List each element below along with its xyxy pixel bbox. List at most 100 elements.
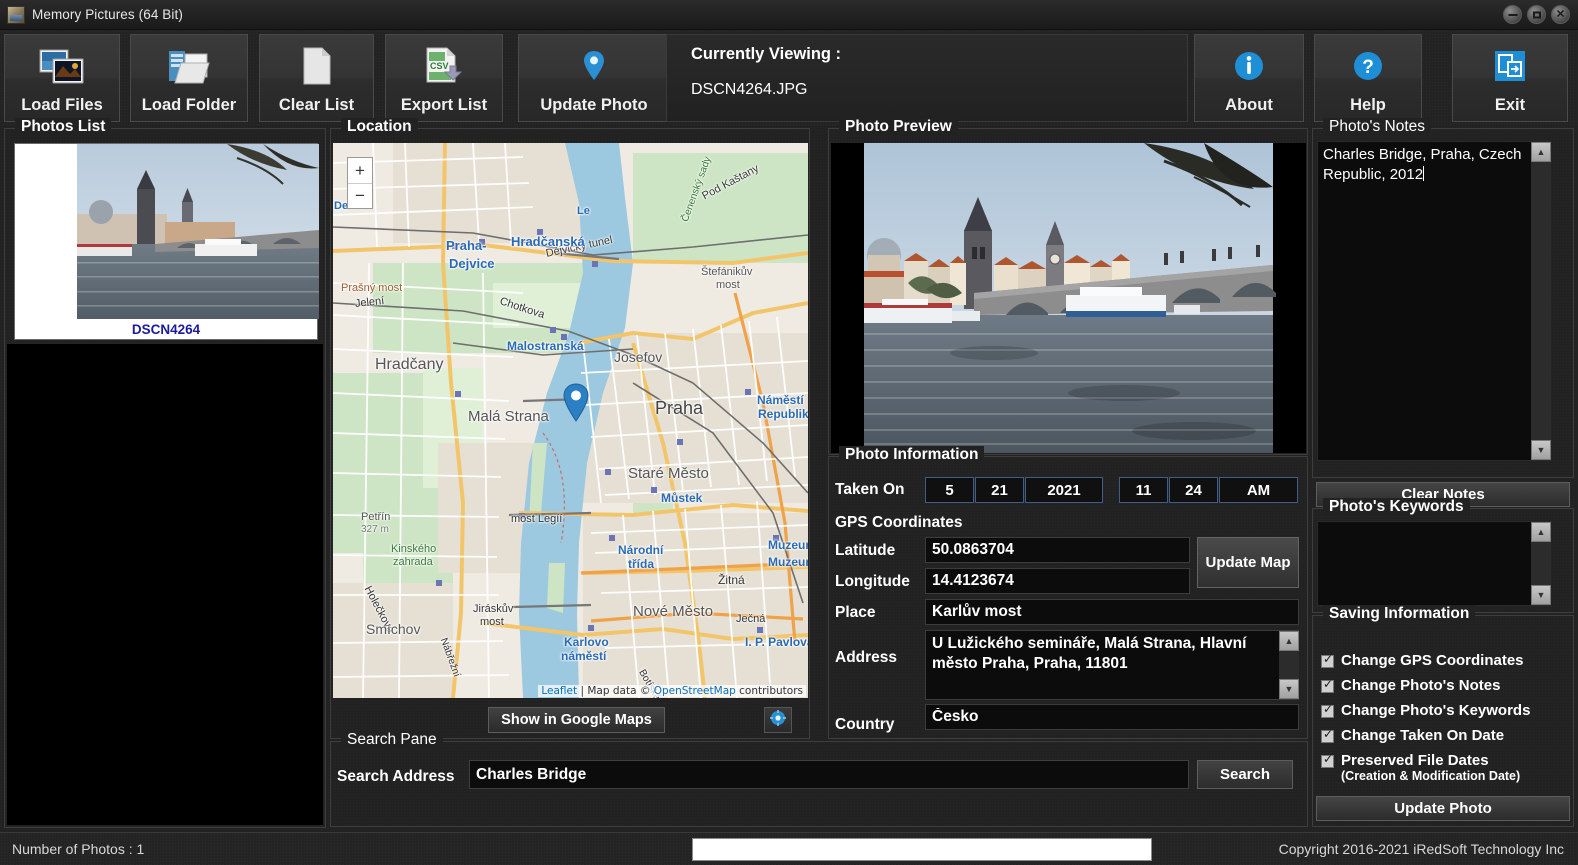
update-photo-toolbar-label: Update Photo [540,96,647,115]
search-address-input[interactable] [469,760,1189,789]
about-button[interactable]: About [1194,34,1304,122]
clear-list-button[interactable]: Clear List [259,34,374,122]
preview-image[interactable] [831,143,1306,453]
currently-viewing-label: Currently Viewing : [691,45,1187,64]
minimize-button[interactable] [1503,5,1522,24]
option-preserved-file-dates[interactable]: Preserved File Dates (Creation & Modific… [1321,752,1520,783]
search-pane-title: Search Pane [341,731,443,749]
photos-list-empty-area[interactable] [7,344,323,825]
load-files-button[interactable]: Load Files [4,34,120,122]
locate-button[interactable] [764,707,792,733]
map-zoom-controls[interactable]: + − [347,157,373,209]
update-map-button[interactable]: Update Map [1197,537,1299,588]
map-attribution: Leaflet | Map data © OpenStreetMap contr… [538,685,806,697]
photo-information-title: Photo Information [839,446,984,464]
scroll-track[interactable] [1279,651,1299,679]
search-button[interactable]: Search [1197,760,1293,789]
scroll-track[interactable] [1531,162,1551,440]
map-canvas[interactable]: Pod KaštanyDeDějvický tunelLeČenenský sa… [333,143,808,698]
option-change-keywords[interactable]: Change Photo's Keywords [1321,702,1530,719]
photo-keywords-panel: Photo's Keywords ▲ ▼ [1312,508,1574,613]
taken-on-year[interactable]: 2021 [1025,477,1103,503]
taken-on-hour[interactable]: 11 [1119,477,1168,503]
taken-on-label: Taken On [835,481,904,499]
scroll-down-icon[interactable]: ▼ [1279,679,1299,699]
longitude-label: Longitude [835,573,910,591]
scroll-up-icon[interactable]: ▲ [1531,142,1551,162]
checkbox-icon[interactable] [1321,655,1334,668]
blank-page-icon [301,35,333,96]
question-circle-icon: ? [1351,35,1385,96]
checkbox-icon[interactable] [1321,680,1334,693]
export-list-button[interactable]: CSV Export List [385,34,503,122]
list-item[interactable]: DSCN4264 [14,143,318,340]
help-button[interactable]: ? Help [1314,34,1422,122]
latitude-label: Latitude [835,542,895,560]
taken-on-month[interactable]: 5 [925,477,974,503]
openstreetmap-link[interactable]: OpenStreetMap [654,685,736,697]
place-input[interactable] [925,599,1299,625]
zoom-out-button[interactable]: − [348,184,372,209]
saving-information-title: Saving Information [1323,605,1475,623]
photo-notes-panel: Photo's Notes Charles Bridge, Praha, Cze… [1312,128,1574,478]
clear-list-label: Clear List [279,96,354,115]
photos-list-panel: Photos List [4,128,326,828]
help-label: Help [1350,96,1386,115]
scroll-up-icon[interactable]: ▲ [1531,522,1551,542]
text-caret [1423,166,1424,181]
exit-button[interactable]: Exit [1452,34,1568,122]
option-change-gps[interactable]: Change GPS Coordinates [1321,652,1524,669]
option-label: Preserved File Dates [1341,752,1520,769]
photo-notes-textarea[interactable]: Charles Bridge, Praha, Czech Republic, 2… [1317,141,1551,461]
copyright-label: Copyright 2016-2021 iRedSoft Technology … [1279,841,1564,857]
option-label: Change GPS Coordinates [1341,652,1524,669]
latitude-input[interactable] [925,537,1190,563]
scroll-track[interactable] [1531,542,1551,585]
photo-preview-panel: Photo Preview [828,128,1308,455]
window-title: Memory Pictures (64 Bit) [32,7,183,22]
option-label: Change Photo's Notes [1341,677,1500,694]
scroll-down-icon[interactable]: ▼ [1531,440,1551,460]
checkbox-icon[interactable] [1321,705,1334,718]
taken-on-day[interactable]: 21 [975,477,1024,503]
load-folder-button[interactable]: Load Folder [130,34,248,122]
zoom-in-button[interactable]: + [348,158,372,184]
longitude-input[interactable] [925,568,1190,594]
map-location-marker[interactable] [561,383,591,423]
location-title: Location [341,118,418,136]
leaflet-link[interactable]: Leaflet [541,685,577,697]
notes-scrollbar[interactable]: ▲ ▼ [1531,142,1551,460]
taken-on-minute[interactable]: 24 [1169,477,1218,503]
info-circle-icon [1232,35,1266,96]
export-list-label: Export List [401,96,487,115]
exit-label: Exit [1495,96,1525,115]
address-textarea[interactable]: U Lužického semináře, Malá Strana, Hlavn… [925,630,1299,700]
keywords-scrollbar[interactable]: ▲ ▼ [1531,522,1551,605]
exit-window-icon [1493,35,1527,96]
svg-text:CSV: CSV [430,61,449,71]
checkbox-icon[interactable] [1321,755,1334,768]
application-window: Memory Pictures (64 Bit) ✕ Load Files [0,0,1578,865]
photos-stack-icon [39,35,85,96]
maximize-button[interactable] [1527,5,1546,24]
option-change-notes[interactable]: Change Photo's Notes [1321,677,1500,694]
folder-photos-icon [167,35,211,96]
scroll-up-icon[interactable]: ▲ [1279,631,1299,651]
option-label: Change Taken On Date [1341,727,1504,744]
close-button[interactable]: ✕ [1551,5,1570,24]
photo-preview-title: Photo Preview [839,118,958,136]
place-label: Place [835,604,876,622]
photo-keywords-textarea[interactable] [1317,521,1551,606]
option-change-taken-on-date[interactable]: Change Taken On Date [1321,727,1504,744]
country-input[interactable] [925,704,1299,730]
window-controls: ✕ [1503,5,1570,24]
taken-on-meridiem[interactable]: AM [1219,477,1298,503]
scroll-down-icon[interactable]: ▼ [1531,585,1551,605]
update-photo-button[interactable]: Update Photo [1316,796,1570,821]
currently-viewing-filename: DSCN4264.JPG [691,81,1187,99]
checkbox-icon[interactable] [1321,730,1334,743]
address-scrollbar[interactable]: ▲ ▼ [1279,631,1299,699]
photo-notes-title: Photo's Notes [1323,118,1431,136]
show-in-google-maps-button[interactable]: Show in Google Maps [488,707,665,733]
update-photo-toolbar-button[interactable]: Update Photo [518,34,670,122]
